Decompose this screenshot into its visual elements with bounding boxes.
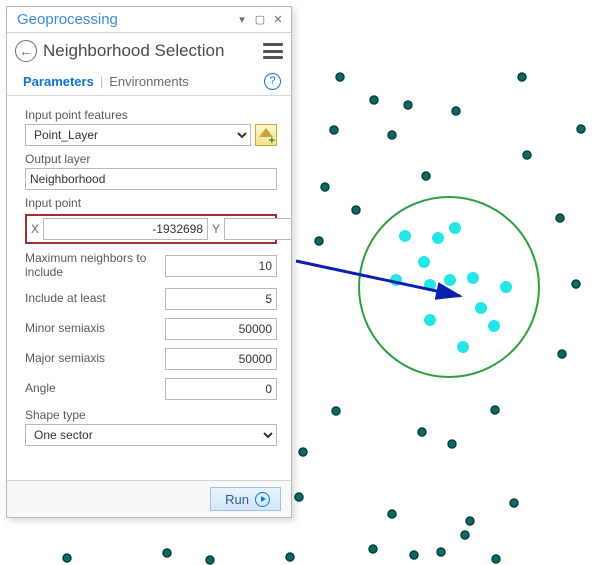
footer: Run: [7, 480, 291, 517]
angle-label: Angle: [25, 382, 157, 396]
input-point-box: X Y: [25, 214, 277, 244]
window-title: Geoprocessing: [17, 11, 233, 28]
tabs: Parameters | Environments ?: [7, 69, 291, 93]
menu-icon[interactable]: [263, 43, 283, 59]
shape-type-select[interactable]: One sector: [25, 424, 277, 446]
back-button[interactable]: ←: [15, 40, 37, 62]
major-semiaxis-input[interactable]: [165, 348, 277, 370]
output-layer-label: Output layer: [25, 152, 277, 166]
major-semiaxis-label: Major semiaxis: [25, 352, 157, 366]
y-label: Y: [212, 222, 220, 236]
parameters-body: Input point features Point_Layer Output …: [7, 96, 291, 480]
dock-icon[interactable]: ▾: [233, 11, 251, 29]
tab-environments[interactable]: Environments: [103, 74, 194, 89]
help-icon[interactable]: ?: [264, 73, 281, 90]
angle-input[interactable]: [165, 378, 277, 400]
max-neighbors-input[interactable]: [165, 255, 277, 277]
titlebar: Geoprocessing ▾ ▢ ✕: [7, 7, 291, 33]
y-input[interactable]: [224, 218, 291, 240]
x-input[interactable]: [43, 218, 208, 240]
tool-header: ← Neighborhood Selection: [7, 33, 291, 69]
x-label: X: [31, 222, 39, 236]
minor-semiaxis-input[interactable]: [165, 318, 277, 340]
add-layer-button[interactable]: [255, 124, 277, 146]
include-at-least-input[interactable]: [165, 288, 277, 310]
shape-type-label: Shape type: [25, 408, 277, 422]
maximize-icon[interactable]: ▢: [251, 11, 269, 29]
minor-semiaxis-label: Minor semiaxis: [25, 322, 157, 336]
run-label: Run: [225, 492, 249, 507]
play-icon: [255, 492, 270, 507]
input-point-features-select[interactable]: Point_Layer: [25, 124, 251, 146]
tab-parameters[interactable]: Parameters: [17, 74, 100, 89]
run-button[interactable]: Run: [210, 487, 281, 511]
input-point-label: Input point: [25, 196, 277, 210]
max-neighbors-label: Maximum neighbors to include: [25, 252, 157, 280]
input-point-features-label: Input point features: [25, 108, 277, 122]
tool-title: Neighborhood Selection: [43, 41, 263, 61]
geoprocessing-panel: Geoprocessing ▾ ▢ ✕ ← Neighborhood Selec…: [6, 6, 292, 518]
close-icon[interactable]: ✕: [269, 11, 287, 29]
include-at-least-label: Include at least: [25, 292, 157, 306]
output-layer-input[interactable]: [25, 168, 277, 190]
